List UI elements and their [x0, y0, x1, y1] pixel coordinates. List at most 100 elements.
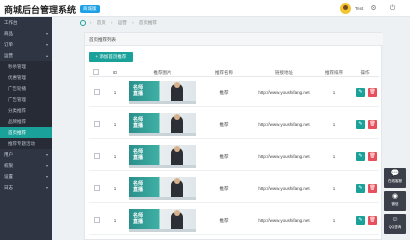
logout-icon[interactable]: ⏻ [388, 4, 397, 13]
row-sort: 1 [332, 186, 336, 191]
sidebar-item[interactable]: 品牌推荐 [0, 116, 52, 127]
chevron-icon: ▾ [45, 42, 48, 47]
wechat-icon: ◉ [391, 193, 399, 200]
row-url[interactable]: http://www.youshifang.net [249, 110, 319, 139]
breadcrumb-section[interactable]: 运营 [118, 20, 127, 25]
float-label: 在线客服 [388, 179, 402, 183]
row-id: 1 [113, 186, 117, 191]
sidebar-item[interactable]: 广告轮播 [0, 83, 52, 94]
settings-icon[interactable]: ⚙ [369, 4, 378, 13]
sidebar-item[interactable]: 推荐专题活动 [0, 138, 52, 149]
banner-person-head [174, 146, 180, 152]
sidebar-item[interactable]: 订单 ▾ [0, 39, 52, 50]
sidebar-item-label: 秒杀管理 [8, 64, 26, 69]
delete-icon[interactable]: 🗑 [368, 216, 377, 225]
sidebar-item[interactable]: 工作台 [0, 17, 52, 28]
panel-title: 首页推荐列表 [85, 33, 383, 46]
sidebar-item[interactable]: 权限 ▾ [0, 160, 52, 171]
row-sort: 1 [332, 218, 336, 223]
table-header: ID 推荐图片 推荐名称 链接地址 推荐排序 操作 [89, 68, 379, 77]
sidebar-item[interactable]: 优惠管理 [0, 72, 52, 83]
table-row: 1 名师 直播 推荐 http://www.youshifang.net 1 ✎ 🗑 [89, 206, 379, 235]
recommend-image: 名师 直播 [129, 113, 196, 136]
recommend-panel: 首页推荐列表 + 添加首页推荐 ID 推荐图片 推荐名称 链接地址 推荐排序 操… [84, 32, 383, 240]
sidebar-item-label: 优惠管理 [8, 75, 26, 80]
chat-bubble-float-button[interactable]: 💬 在线客服 [384, 168, 406, 188]
delete-icon[interactable]: 🗑 [368, 88, 377, 97]
sidebar-item-label: 工作台 [4, 20, 18, 25]
recommend-image: 名师 直播 [129, 145, 196, 168]
chevron-icon: ▴ [45, 53, 48, 58]
sidebar-item-label: 推荐专题活动 [8, 141, 35, 146]
delete-icon[interactable]: 🗑 [368, 184, 377, 193]
row-url[interactable]: http://www.youshifang.net [249, 142, 319, 171]
sidebar-item-label: 用户 [4, 152, 13, 157]
banner-person-head [174, 178, 180, 184]
float-label: QQ咨询 [388, 225, 402, 229]
chevron-icon: ▾ [45, 174, 48, 179]
home-icon[interactable] [80, 20, 86, 26]
banner-text: 名师 直播 [133, 181, 144, 193]
username-label[interactable]: Test [355, 6, 363, 11]
sidebar-item[interactable]: 首页推荐 [0, 127, 52, 138]
row-sort: 1 [332, 154, 336, 159]
row-checkbox[interactable] [94, 89, 100, 95]
row-url[interactable]: http://www.youshifang.net [249, 174, 319, 203]
banner-strip [129, 229, 196, 232]
select-all-checkbox[interactable] [93, 69, 99, 75]
row-checkbox[interactable] [94, 121, 100, 127]
edit-icon[interactable]: ✎ [356, 216, 365, 225]
row-checkbox[interactable] [94, 185, 100, 191]
banner-strip [129, 197, 196, 200]
col-sort: 推荐排序 [325, 70, 343, 75]
edit-icon[interactable]: ✎ [356, 184, 365, 193]
sidebar-item-label: 分类推荐 [8, 108, 26, 113]
banner-text: 名师 直播 [133, 149, 144, 161]
brand-title: 商城后台管理系统 [4, 5, 77, 15]
delete-icon[interactable]: 🗑 [368, 120, 377, 129]
add-recommend-button[interactable]: + 添加首页推荐 [89, 52, 133, 62]
qq-icon: ☺ [391, 216, 399, 223]
col-image: 推荐图片 [153, 70, 172, 75]
row-name: 推荐 [219, 154, 229, 159]
float-label: 微信 [391, 202, 399, 206]
sidebar-item[interactable]: 日志 ▾ [0, 182, 52, 193]
breadcrumb-home[interactable]: 首页 [97, 20, 106, 25]
user-avatar[interactable] [340, 3, 351, 14]
breadcrumb-sep-icon: › [90, 20, 92, 25]
sidebar-item[interactable]: 设置 ▾ [0, 171, 52, 182]
sidebar-item[interactable]: 分类推荐 [0, 105, 52, 116]
sidebar-item[interactable]: 用户 ▾ [0, 149, 52, 160]
sidebar-item[interactable]: 商品 ▾ [0, 28, 52, 39]
col-url: 链接地址 [275, 70, 293, 75]
edit-icon[interactable]: ✎ [356, 120, 365, 129]
sidebar-item[interactable]: 秒杀管理 [0, 61, 52, 72]
banner-strip [129, 165, 196, 168]
row-checkbox[interactable] [94, 153, 100, 159]
chat-bubble-icon: 💬 [390, 170, 400, 177]
sidebar-item[interactable]: 广告管理 [0, 94, 52, 105]
chevron-icon: ▾ [45, 152, 48, 157]
table-row: 1 名师 直播 推荐 http://www.youshifang.net 1 ✎ 🗑 [89, 174, 379, 203]
sidebar-item-label: 广告管理 [8, 97, 26, 102]
row-id: 1 [113, 122, 117, 127]
breadcrumb-sep-icon: › [132, 20, 134, 25]
edit-icon[interactable]: ✎ [356, 152, 365, 161]
edition-badge: 商城版 [80, 5, 100, 13]
row-sort: 1 [332, 122, 336, 127]
qq-float-button[interactable]: ☺ QQ咨询 [384, 214, 406, 234]
sidebar-item[interactable]: 运营 ▴ [0, 50, 52, 61]
row-checkbox[interactable] [94, 217, 100, 223]
sidebar-item-label: 广告轮播 [8, 86, 26, 91]
recommend-image: 名师 直播 [129, 81, 196, 104]
row-url[interactable]: http://www.youshifang.net [249, 78, 319, 107]
col-checkbox[interactable] [89, 68, 105, 77]
row-url[interactable]: http://www.youshifang.net [249, 206, 319, 235]
col-actions: 操作 [360, 70, 370, 75]
breadcrumb-sep-icon: › [111, 20, 113, 25]
sidebar-item-label: 设置 [4, 174, 13, 179]
edit-icon[interactable]: ✎ [356, 88, 365, 97]
wechat-float-button[interactable]: ◉ 微信 [384, 191, 406, 211]
delete-icon[interactable]: 🗑 [368, 152, 377, 161]
table-row: 1 名师 直播 推荐 http://www.youshifang.net 1 ✎ 🗑 [89, 78, 379, 107]
